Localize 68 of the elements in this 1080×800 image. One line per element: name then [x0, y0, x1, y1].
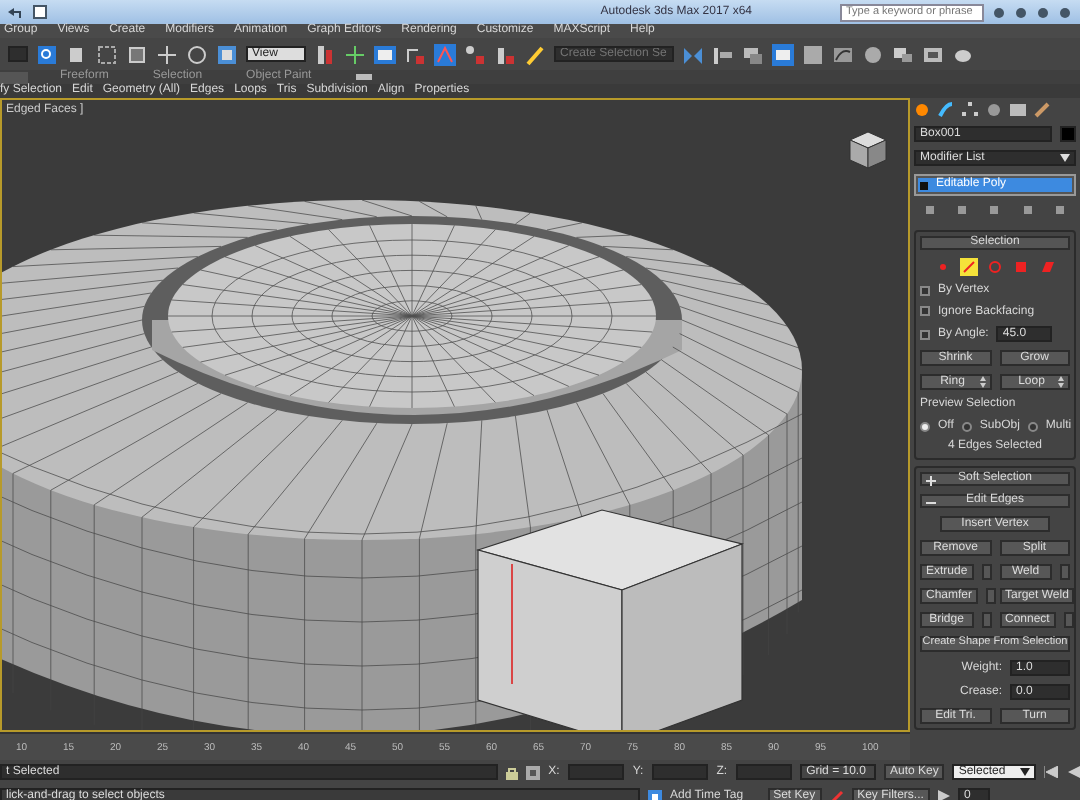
snap-icon[interactable] [404, 43, 426, 65]
caret-icon [1060, 154, 1070, 162]
percent-snap-icon[interactable] [464, 43, 486, 65]
undo-icon[interactable] [8, 4, 24, 20]
checkbox[interactable] [920, 329, 930, 340]
ribbon-icon[interactable] [802, 43, 824, 65]
render-frame-icon[interactable] [922, 43, 944, 65]
absolute-mode-icon[interactable] [526, 765, 541, 779]
display-icon[interactable] [1010, 102, 1026, 118]
render-setup-icon[interactable] [892, 43, 914, 65]
previous-frame-icon[interactable] [1066, 766, 1080, 778]
checkbox[interactable] [920, 285, 930, 296]
utilities-icon[interactable] [1034, 102, 1050, 118]
collapse-icon[interactable] [926, 497, 936, 508]
vertex-icon [936, 260, 950, 274]
radio-button[interactable] [920, 421, 930, 432]
coordinate-field[interactable] [567, 764, 625, 780]
manipulate-icon[interactable] [344, 43, 366, 65]
rotate-icon[interactable] [186, 43, 208, 65]
select-by-name-icon[interactable] [66, 43, 88, 65]
spinner-snap-icon[interactable] [494, 43, 516, 65]
coordinate-field[interactable] [651, 764, 709, 780]
polygon-icon [1014, 260, 1028, 274]
spinner-arrows-icon[interactable] [1058, 376, 1064, 389]
align-icon[interactable] [712, 43, 734, 65]
time-tag-icon[interactable] [648, 789, 662, 800]
curve-editor-icon[interactable] [832, 43, 854, 65]
rectangle-icon[interactable] [96, 43, 118, 65]
remove-modifier-icon[interactable] [1021, 204, 1034, 216]
material-editor-icon[interactable] [862, 43, 884, 65]
viewcube-icon[interactable] [848, 130, 888, 170]
edge-mode-button[interactable] [960, 258, 978, 276]
pivot-icon[interactable] [314, 43, 336, 65]
checkbox[interactable] [920, 306, 930, 317]
scale-icon[interactable] [216, 43, 238, 65]
radio-button[interactable] [961, 421, 972, 432]
motion-icon[interactable] [986, 102, 1002, 118]
lock-icon[interactable] [506, 765, 519, 779]
layers-icon[interactable] [742, 43, 764, 65]
pencil-icon[interactable] [524, 43, 546, 65]
angle-snap-icon[interactable] [434, 43, 456, 65]
file-icon[interactable] [32, 4, 48, 20]
hierarchy-icon[interactable] [962, 102, 978, 118]
radio-button[interactable] [1027, 421, 1038, 432]
expand-icon[interactable] [926, 475, 936, 486]
scene-explorer-icon[interactable] [772, 43, 794, 65]
configure-icon[interactable] [1053, 204, 1066, 216]
play-icon[interactable] [937, 790, 950, 800]
move-icon[interactable] [156, 43, 178, 65]
make-unique-icon[interactable] [988, 204, 1001, 216]
caret-icon [1020, 768, 1031, 776]
object-color-swatch[interactable] [1060, 126, 1076, 142]
create-icon[interactable] [914, 102, 930, 118]
border-icon [988, 260, 1002, 274]
coordinate-field[interactable] [735, 764, 793, 780]
poly-icon [920, 181, 928, 189]
keyboard-icon[interactable] [374, 43, 396, 65]
select-icon[interactable] [36, 43, 58, 65]
mirror-icon[interactable] [682, 43, 704, 65]
element-icon [1040, 260, 1054, 274]
pin-icon[interactable] [924, 204, 937, 216]
show-result-icon[interactable] [956, 204, 969, 216]
modify-icon[interactable] [938, 102, 954, 118]
edge-icon [962, 260, 976, 274]
ribbon-toggle-icon[interactable] [355, 72, 372, 82]
spinner-arrows-icon[interactable] [979, 376, 985, 389]
window-crossing-icon[interactable] [126, 43, 148, 65]
go-to-start-icon[interactable] [1044, 766, 1059, 778]
